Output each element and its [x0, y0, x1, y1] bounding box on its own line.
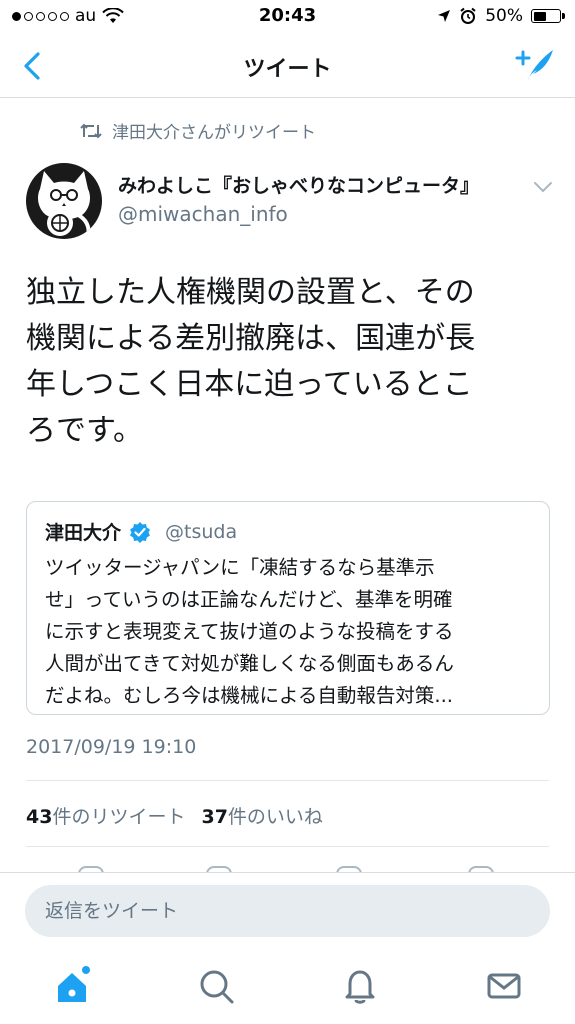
- retweet-count-label: 件のリツイート: [52, 806, 186, 828]
- quoted-text-line: に示すと表現変えて抜け道のような投稿をする: [45, 620, 454, 643]
- tab-messages[interactable]: [480, 962, 528, 1010]
- compose-tweet-icon[interactable]: [515, 46, 555, 86]
- retweet-icon: [80, 123, 102, 138]
- battery-fill: [533, 11, 546, 21]
- divider: [26, 780, 549, 781]
- page-title: ツイート: [243, 57, 332, 82]
- like-count-link[interactable]: 37件のいいね: [201, 802, 322, 829]
- search-icon: [200, 970, 234, 1004]
- tweet-text: 独立した人権機関の設置と、その 機関による差別撤廃は、国連が長 年しつこく日本に…: [26, 270, 546, 454]
- retweeted-by-text[interactable]: 津田大介さんがリツイート: [112, 118, 316, 143]
- divider: [26, 846, 549, 847]
- location-arrow-icon: [438, 10, 451, 22]
- author-name[interactable]: みわよしこ『おしゃべりなコンピュータ』: [118, 171, 479, 198]
- chevron-down-icon[interactable]: [531, 177, 555, 197]
- quoted-text-line: ツイッタージャパンに「凍結するなら基準示: [45, 556, 435, 579]
- retweet-count-link[interactable]: 43件のリツイート: [26, 802, 185, 829]
- verified-badge-icon: [130, 521, 151, 543]
- bell-icon: [345, 970, 375, 1004]
- like-count-label: 件のいいね: [227, 806, 323, 828]
- quoted-author-name: 津田大介: [45, 522, 122, 544]
- quoted-text-line: せ」っていうのは正論なんだけど、基準を明確: [45, 588, 453, 611]
- tweet-timestamp: 2017/09/19 19:10: [26, 736, 197, 758]
- alarm-icon: [460, 7, 476, 24]
- home-icon: [58, 966, 90, 1002]
- tweet-text-line: 年しつこく日本に迫っているとこ: [26, 367, 473, 402]
- quoted-author-handle: @tsuda: [165, 520, 238, 543]
- reply-input[interactable]: [25, 885, 550, 937]
- author-handle[interactable]: @miwachan_info: [118, 202, 288, 226]
- tab-bar: [0, 948, 575, 1024]
- retweeted-by-line: 津田大介さんがリツイート: [80, 118, 316, 143]
- status-right: 50%: [437, 6, 565, 26]
- navigation-bar: ツイート: [0, 34, 575, 98]
- tweet-text-line: 独立した人権機関の設置と、その: [26, 275, 475, 310]
- mail-icon: [487, 973, 521, 999]
- battery-percent: 50%: [485, 6, 523, 26]
- author-avatar[interactable]: [26, 163, 102, 239]
- like-count: 37: [201, 806, 228, 828]
- retweet-count: 43: [26, 806, 53, 828]
- status-bar: au 20:43 50%: [0, 0, 575, 34]
- quoted-tweet-header: 津田大介 @tsuda: [45, 518, 237, 545]
- quoted-text-line: 人間が出てきて対処が難しくなる側面もあるん: [45, 652, 454, 675]
- quoted-text-line: だよね。むしろ今は機械による自動報告対策...: [45, 684, 454, 707]
- tab-search[interactable]: [192, 962, 240, 1010]
- tweet-text-line: ろです。: [26, 413, 143, 448]
- tab-home[interactable]: [48, 962, 96, 1010]
- tab-notifications[interactable]: [336, 962, 384, 1010]
- quoted-tweet-text: ツイッタージャパンに「凍結するなら基準示 せ」っていうのは正論なんだけど、基準を…: [45, 552, 537, 712]
- tweet-text-line: 機関による差別撤廃は、国連が長: [26, 321, 476, 356]
- reply-bar: [0, 872, 575, 948]
- battery-icon: [531, 9, 565, 23]
- avatar-cat-illustration: [26, 163, 102, 239]
- engagement-counts: 43件のリツイート 37件のいいね: [26, 802, 323, 829]
- quoted-tweet-card[interactable]: 津田大介 @tsuda ツイッタージャパンに「凍結するなら基準示 せ」っていうの…: [26, 501, 550, 715]
